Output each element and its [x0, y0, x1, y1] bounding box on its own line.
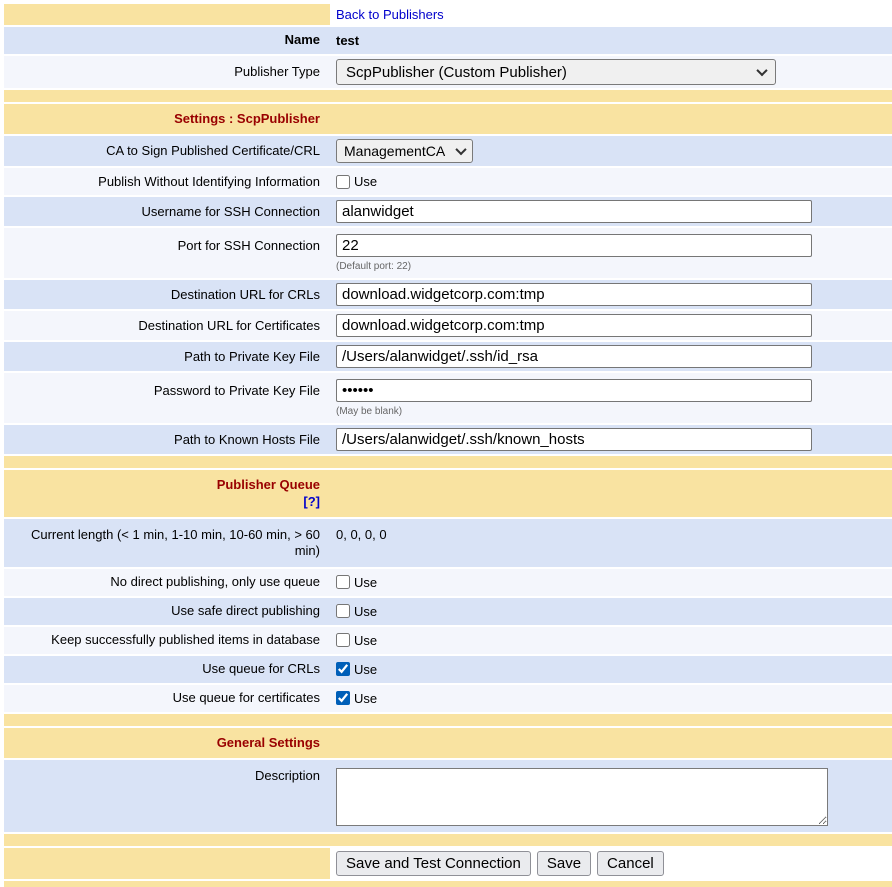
keep-published-row: Keep successfully published items in dat…: [4, 627, 892, 654]
top-left-spacer: [4, 4, 330, 25]
queue-certs-checkbox-label: Use: [354, 691, 377, 706]
settings-section-title: Settings : ScpPublisher: [4, 104, 330, 134]
description-row: Description: [4, 760, 892, 832]
username-row: Username for SSH Connection: [4, 197, 892, 226]
ca-row: CA to Sign Published Certificate/CRL Man…: [4, 136, 892, 166]
keep-published-checkbox-label: Use: [354, 633, 377, 648]
edit-publisher-page: Back to Publishers Name test Publisher T…: [4, 4, 892, 887]
cert-url-input[interactable]: [336, 314, 812, 337]
section-divider: [4, 714, 892, 726]
anonymize-label: Publish Without Identifying Information: [4, 168, 330, 195]
known-hosts-input[interactable]: [336, 428, 812, 451]
port-row: Port for SSH Connection (Default port: 2…: [4, 228, 892, 278]
crl-url-label: Destination URL for CRLs: [4, 280, 330, 309]
only-queue-checkbox[interactable]: [336, 575, 350, 589]
key-path-row: Path to Private Key File: [4, 342, 892, 371]
queue-certs-checkbox[interactable]: [336, 691, 350, 705]
queue-section-title: Publisher Queue: [8, 477, 320, 493]
port-note: (Default port: 22): [336, 261, 411, 272]
queue-length-row: Current length (< 1 min, 1-10 min, 10-60…: [4, 519, 892, 567]
username-label: Username for SSH Connection: [4, 197, 330, 226]
publisher-queue-help-link[interactable]: [?]: [11, 494, 320, 510]
queue-certs-label: Use queue for certificates: [4, 685, 330, 712]
general-section-title: General Settings: [4, 728, 330, 758]
keep-published-checkbox[interactable]: [336, 633, 350, 647]
section-divider: [4, 90, 892, 102]
save-button[interactable]: Save: [537, 851, 591, 876]
name-label: Name: [4, 27, 330, 54]
queue-crls-checkbox[interactable]: [336, 662, 350, 676]
key-password-label: Password to Private Key File: [4, 373, 330, 423]
port-input[interactable]: [336, 234, 812, 257]
cert-url-row: Destination URL for Certificates: [4, 311, 892, 340]
queue-length-label: Current length (< 1 min, 1-10 min, 10-60…: [4, 519, 330, 567]
known-hosts-label: Path to Known Hosts File: [4, 425, 330, 454]
actions-left-spacer: [4, 848, 330, 879]
username-input[interactable]: [336, 200, 812, 223]
description-label: Description: [4, 760, 330, 832]
anonymize-checkbox-label: Use: [354, 174, 377, 189]
anonymize-checkbox[interactable]: [336, 175, 350, 189]
save-and-test-connection-button[interactable]: Save and Test Connection: [336, 851, 531, 876]
key-path-input[interactable]: [336, 345, 812, 368]
actions-row: Save and Test Connection Save Cancel: [4, 848, 892, 879]
name-row: Name test: [4, 27, 892, 54]
settings-section-header-row: Settings : ScpPublisher: [4, 104, 892, 134]
safe-direct-label: Use safe direct publishing: [4, 598, 330, 625]
queue-crls-label: Use queue for CRLs: [4, 656, 330, 683]
key-password-note: (May be blank): [336, 406, 402, 417]
queue-crls-row: Use queue for CRLs Use: [4, 656, 892, 683]
key-password-input[interactable]: [336, 379, 812, 402]
back-to-publishers-link[interactable]: Back to Publishers: [336, 7, 444, 22]
keep-published-label: Keep successfully published items in dat…: [4, 627, 330, 654]
publisher-type-select[interactable]: ScpPublisher (Custom Publisher): [336, 59, 776, 85]
queue-crls-checkbox-label: Use: [354, 662, 377, 677]
description-textarea[interactable]: [336, 768, 828, 826]
safe-direct-row: Use safe direct publishing Use: [4, 598, 892, 625]
publisher-type-row: Publisher Type ScpPublisher (Custom Publ…: [4, 56, 892, 88]
section-divider: [4, 881, 892, 887]
safe-direct-checkbox-label: Use: [354, 604, 377, 619]
section-divider: [4, 834, 892, 846]
only-queue-checkbox-label: Use: [354, 575, 377, 590]
anonymize-row: Publish Without Identifying Information …: [4, 168, 892, 195]
known-hosts-row: Path to Known Hosts File: [4, 425, 892, 454]
chevron-down-icon: [456, 144, 467, 155]
queue-section-header-row: Publisher Queue[?]: [4, 470, 892, 517]
section-divider: [4, 456, 892, 468]
general-section-header-row: General Settings: [4, 728, 892, 758]
only-queue-label: No direct publishing, only use queue: [4, 569, 330, 596]
publisher-type-label: Publisher Type: [4, 56, 330, 88]
only-queue-row: No direct publishing, only use queue Use: [4, 569, 892, 596]
name-value: test: [330, 27, 892, 54]
queue-certs-row: Use queue for certificates Use: [4, 685, 892, 712]
ca-selected-value: ManagementCA: [344, 143, 445, 159]
ca-label: CA to Sign Published Certificate/CRL: [4, 136, 330, 166]
ca-select[interactable]: ManagementCA: [336, 139, 473, 163]
safe-direct-checkbox[interactable]: [336, 604, 350, 618]
key-path-label: Path to Private Key File: [4, 342, 330, 371]
crl-url-input[interactable]: [336, 283, 812, 306]
back-link-row: Back to Publishers: [4, 4, 892, 25]
cancel-button[interactable]: Cancel: [597, 851, 664, 876]
queue-length-value: 0, 0, 0, 0: [330, 519, 892, 567]
key-password-row: Password to Private Key File (May be bla…: [4, 373, 892, 423]
publisher-type-selected-value: ScpPublisher (Custom Publisher): [346, 64, 567, 81]
cert-url-label: Destination URL for Certificates: [4, 311, 330, 340]
chevron-down-icon: [756, 65, 767, 76]
crl-url-row: Destination URL for CRLs: [4, 280, 892, 309]
port-label: Port for SSH Connection: [4, 228, 330, 278]
